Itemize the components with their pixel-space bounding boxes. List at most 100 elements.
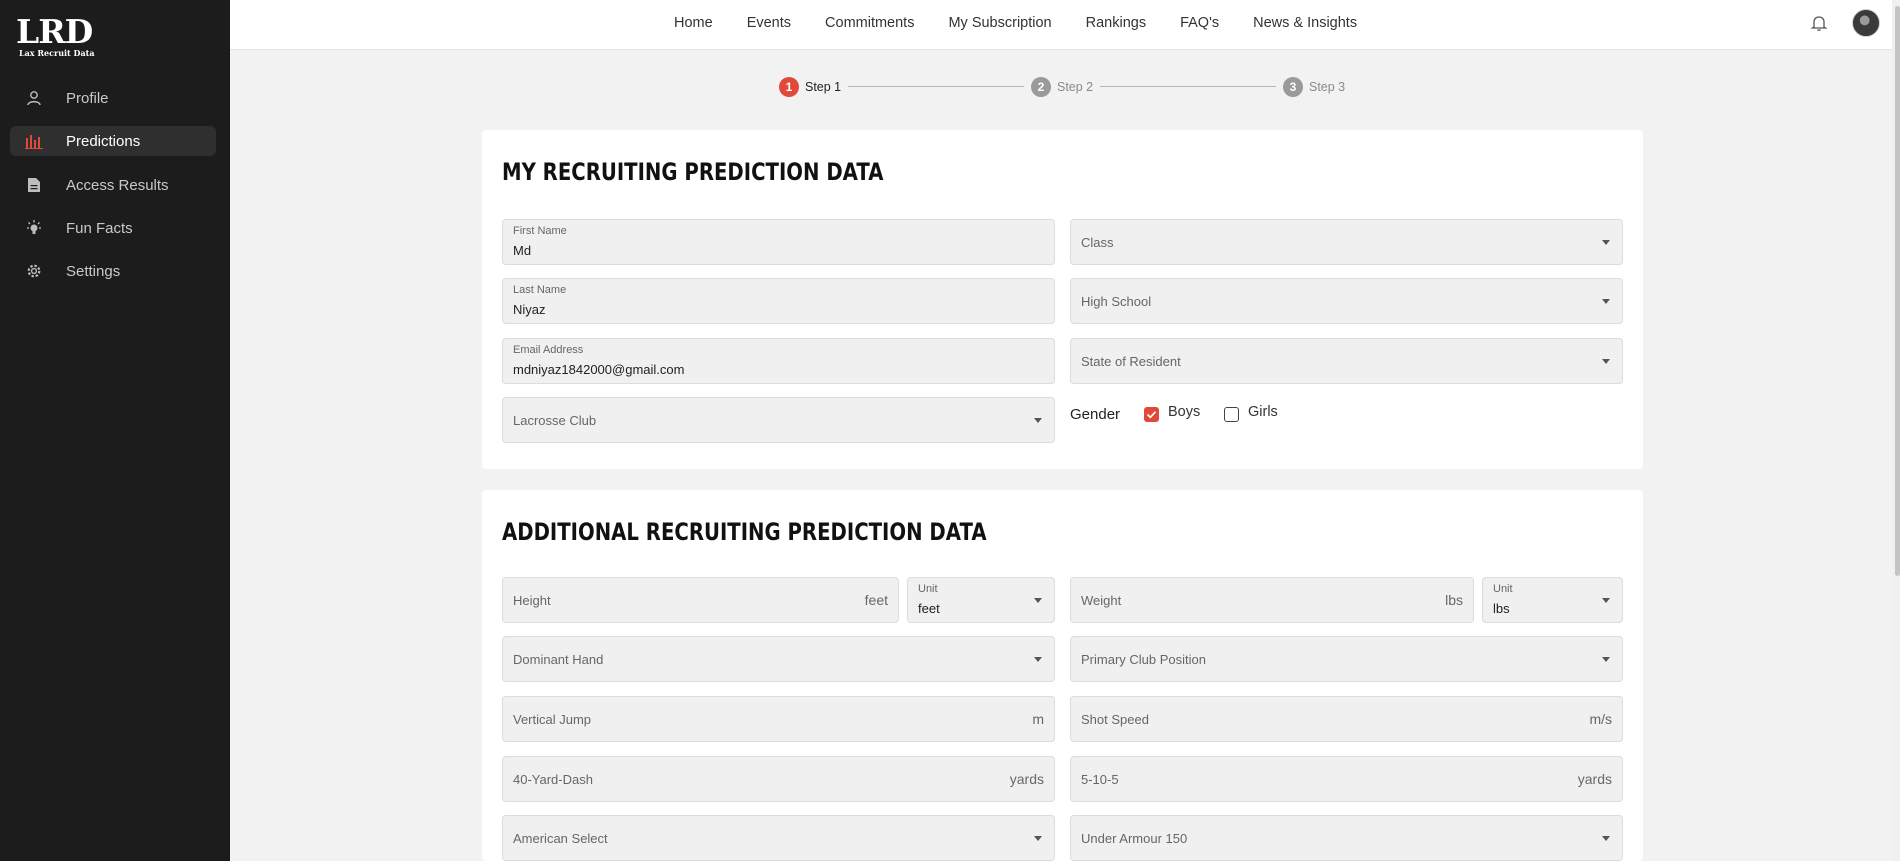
step-1: 1 Step 1 (779, 77, 841, 97)
bell-icon[interactable] (1810, 14, 1828, 32)
avatar[interactable] (1852, 9, 1880, 37)
sidebar-item-label: Settings (66, 262, 121, 280)
nav-home[interactable]: Home (674, 15, 713, 31)
unit-suffix: m/s (1589, 711, 1612, 727)
main-nav: Home Events Commitments My Subscription … (674, 0, 1357, 46)
nav-rankings[interactable]: Rankings (1086, 15, 1146, 31)
brand-logo[interactable]: LRD Lax Recruit Data (16, 14, 96, 60)
field-placeholder: 5-10-5 (1081, 772, 1119, 787)
under-armour-select[interactable]: Under Armour 150 (1070, 815, 1623, 861)
step-number: 1 (779, 77, 799, 97)
bar-chart-icon (25, 132, 43, 150)
field-value: mdniyaz1842000@gmail.com (513, 362, 685, 377)
step-connector (1100, 86, 1276, 87)
field-label: Unit (1493, 583, 1513, 595)
boys-label[interactable]: Boys (1168, 404, 1200, 420)
height-input[interactable]: Height feet (502, 577, 899, 623)
nav-my-subscription[interactable]: My Subscription (948, 15, 1051, 31)
gear-icon (25, 262, 43, 280)
sidebar-item-settings[interactable]: Settings (10, 256, 216, 286)
lightbulb-icon (25, 219, 43, 237)
field-label: Last Name (513, 284, 567, 296)
last-name-field[interactable]: Last Name Niyaz (502, 278, 1055, 324)
sidebar-item-label: Predictions (66, 132, 141, 150)
field-placeholder: Dominant Hand (513, 652, 604, 667)
sidebar-item-profile[interactable]: Profile (10, 83, 216, 113)
step-number: 2 (1031, 77, 1051, 97)
nav-faqs[interactable]: FAQ's (1180, 15, 1219, 31)
nav-news-insights[interactable]: News & Insights (1253, 15, 1357, 31)
high-school-select[interactable]: High School (1070, 278, 1623, 324)
step-connector (848, 86, 1024, 87)
sidebar-item-fun-facts[interactable]: Fun Facts (10, 213, 216, 243)
chevron-down-icon (1034, 418, 1042, 423)
field-placeholder: State of Resident (1081, 354, 1181, 369)
step-label: Step 3 (1309, 80, 1346, 94)
primary-position-select[interactable]: Primary Club Position (1070, 636, 1623, 682)
first-name-field[interactable]: First Name Md (502, 219, 1055, 265)
field-placeholder: Height (513, 593, 551, 608)
unit-suffix: lbs (1445, 592, 1463, 608)
field-label: First Name (513, 225, 567, 237)
field-placeholder: Class (1081, 235, 1114, 250)
class-select[interactable]: Class (1070, 219, 1623, 265)
state-select[interactable]: State of Resident (1070, 338, 1623, 384)
sidebar-item-access-results[interactable]: Access Results (10, 170, 216, 200)
field-placeholder: Vertical Jump (513, 712, 592, 727)
forty-yard-dash-input[interactable]: 40-Yard-Dash yards (502, 756, 1055, 802)
step-3: 3 Step 3 (1283, 77, 1345, 97)
step-label: Step 1 (805, 80, 842, 94)
sidebar-item-label: Access Results (66, 176, 169, 194)
step-number: 3 (1283, 77, 1303, 97)
lacrosse-club-select[interactable]: Lacrosse Club (502, 397, 1055, 443)
nav-events[interactable]: Events (747, 15, 791, 31)
field-placeholder: High School (1081, 294, 1152, 309)
section-title: ADDITIONAL RECRUITING PREDICTION DATA (502, 518, 987, 546)
nav-commitments[interactable]: Commitments (825, 15, 914, 31)
weight-input[interactable]: Weight lbs (1070, 577, 1474, 623)
girls-checkbox[interactable] (1224, 407, 1239, 422)
boys-checkbox[interactable] (1144, 407, 1159, 422)
unit-suffix: m (1032, 711, 1044, 727)
step-2: 2 Step 2 (1031, 77, 1093, 97)
field-placeholder: Weight (1081, 593, 1122, 608)
weight-unit-select[interactable]: Unit lbs (1482, 577, 1623, 623)
sidebar: LRD Lax Recruit Data Profile Predictions… (0, 0, 230, 861)
field-value: Md (513, 243, 532, 258)
field-value: feet (918, 601, 940, 616)
step-label: Step 2 (1057, 80, 1094, 94)
field-placeholder: Primary Club Position (1081, 652, 1206, 667)
dominant-hand-select[interactable]: Dominant Hand (502, 636, 1055, 682)
document-icon (25, 176, 43, 194)
check-icon (1146, 411, 1157, 419)
chevron-down-icon (1034, 598, 1042, 603)
chevron-down-icon (1602, 299, 1610, 304)
vertical-jump-input[interactable]: Vertical Jump m (502, 696, 1055, 742)
scrollbar-thumb[interactable] (1895, 6, 1900, 576)
chevron-down-icon (1602, 598, 1610, 603)
field-label: Unit (918, 583, 938, 595)
chevron-down-icon (1602, 240, 1610, 245)
chevron-down-icon (1034, 836, 1042, 841)
height-unit-select[interactable]: Unit feet (907, 577, 1055, 623)
american-select-select[interactable]: American Select (502, 815, 1055, 861)
field-placeholder: 40-Yard-Dash (513, 772, 593, 787)
gender-label: Gender (1070, 406, 1121, 423)
chevron-down-icon (1602, 657, 1610, 662)
sidebar-item-label: Profile (66, 89, 109, 107)
email-field[interactable]: Email Address mdniyaz1842000@gmail.com (502, 338, 1055, 384)
field-placeholder: Lacrosse Club (513, 413, 597, 428)
shot-speed-input[interactable]: Shot Speed m/s (1070, 696, 1623, 742)
unit-suffix: yards (1009, 771, 1044, 787)
girls-label[interactable]: Girls (1248, 404, 1278, 420)
section-title: MY RECRUITING PREDICTION DATA (502, 158, 884, 186)
top-navbar: Home Events Commitments My Subscription … (230, 0, 1900, 50)
additional-data-card: ADDITIONAL RECRUITING PREDICTION DATA He… (482, 490, 1643, 861)
sidebar-item-predictions[interactable]: Predictions (10, 126, 216, 156)
field-placeholder: Shot Speed (1081, 712, 1149, 727)
field-placeholder: American Select (513, 831, 608, 846)
field-placeholder: Under Armour 150 (1081, 831, 1188, 846)
field-label: Email Address (513, 344, 584, 356)
logo-text: LRD (16, 12, 93, 51)
five-ten-five-input[interactable]: 5-10-5 yards (1070, 756, 1623, 802)
